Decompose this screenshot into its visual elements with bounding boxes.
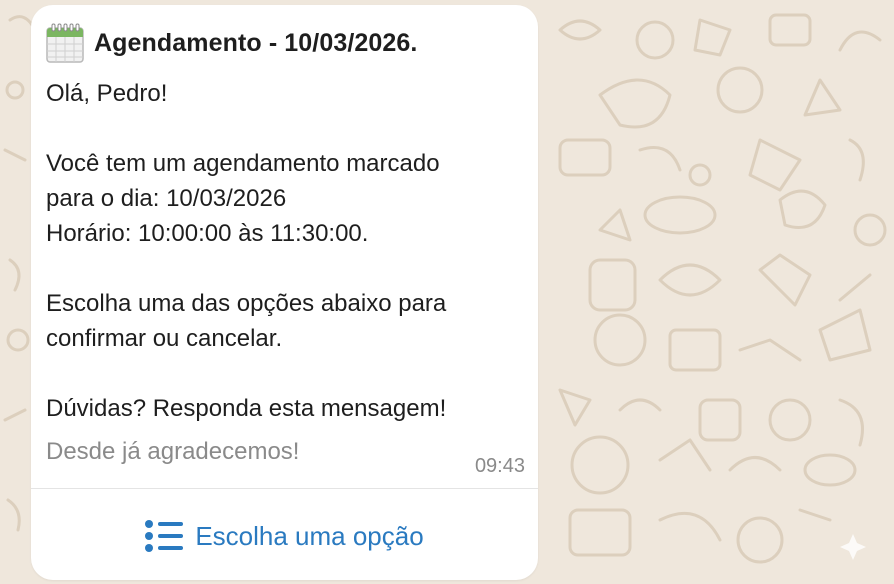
body-line: Horário: 10:00:00 às 11:30:00. bbox=[46, 220, 369, 247]
list-icon bbox=[145, 520, 184, 552]
body-line: para o dia: 10/03/2026 bbox=[46, 185, 287, 212]
choose-option-button[interactable]: Escolha uma opção bbox=[31, 501, 538, 571]
message-footer: Desde já agradecemos! bbox=[46, 438, 300, 465]
message-title: Agendamento - 10/03/2026. bbox=[94, 28, 418, 57]
sparkle-icon bbox=[840, 534, 866, 560]
message-body: Olá, Pedro! Você tem um agendamento marc… bbox=[46, 76, 526, 426]
questions-text: Dúvidas? Responda esta mensagem! bbox=[46, 395, 447, 422]
instruction-line: confirmar ou cancelar. bbox=[46, 325, 283, 352]
message-time: 09:43 bbox=[474, 455, 525, 477]
calendar-icon bbox=[46, 23, 84, 63]
choose-option-label: Escolha uma opção bbox=[195, 520, 424, 551]
body-line: Você tem um agendamento marcado bbox=[46, 150, 440, 177]
message-bubble: Agendamento - 10/03/2026. Olá, Pedro! Vo… bbox=[31, 5, 538, 580]
divider bbox=[31, 488, 538, 489]
instruction-line: Escolha uma das opções abaixo para bbox=[46, 290, 447, 317]
greeting-text: Olá, Pedro! bbox=[46, 80, 168, 107]
message-header: Agendamento - 10/03/2026. bbox=[46, 23, 417, 63]
